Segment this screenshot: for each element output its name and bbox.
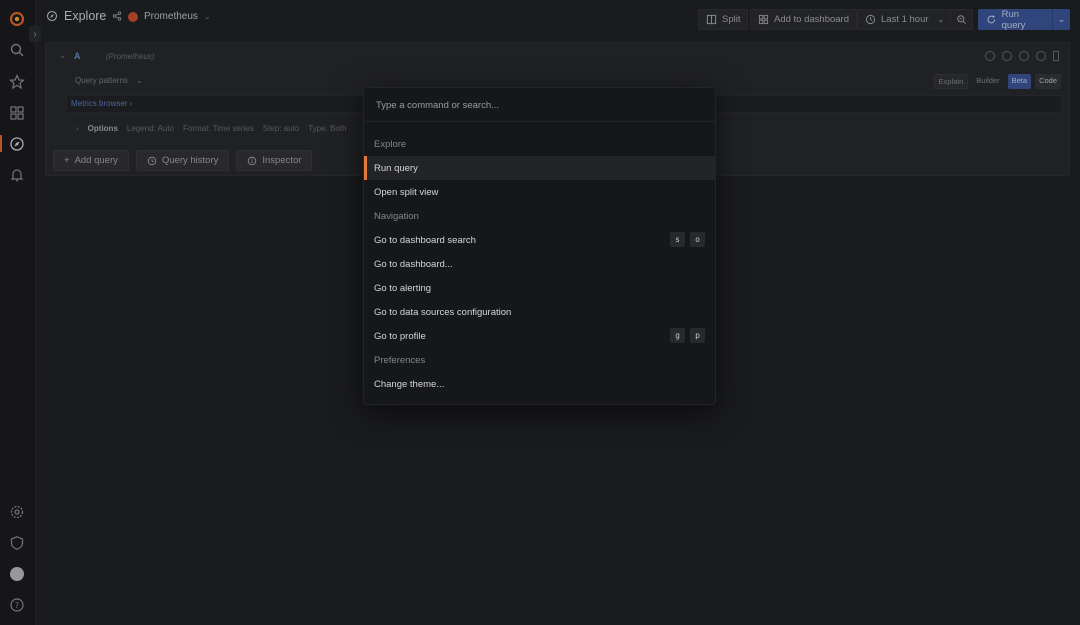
command-label: Go to dashboard... xyxy=(374,258,453,270)
command-go-to-dashboard[interactable]: Go to dashboard... xyxy=(364,252,715,276)
command-label: Go to profile xyxy=(374,330,426,342)
command-go-to-alerting[interactable]: Go to alerting xyxy=(364,276,715,300)
shortcut-key: p xyxy=(690,328,705,343)
command-open-split-view[interactable]: Open split view xyxy=(364,180,715,204)
shortcut-keys: s o xyxy=(670,232,705,247)
command-label: Change theme... xyxy=(374,378,445,390)
shortcut-key: g xyxy=(670,328,685,343)
section-label: Explore xyxy=(374,138,407,150)
section-header-preferences: Preferences xyxy=(364,348,715,372)
command-change-theme[interactable]: Change theme... xyxy=(364,372,715,396)
command-label: Go to dashboard search xyxy=(374,234,476,246)
shortcut-key: o xyxy=(690,232,705,247)
section-header-navigation: Navigation xyxy=(364,204,715,228)
command-label: Run query xyxy=(374,162,418,174)
command-go-to-dashboard-search[interactable]: Go to dashboard search s o xyxy=(364,228,715,252)
shortcut-key: s xyxy=(670,232,685,247)
command-palette: Explore Run query Open split view Naviga… xyxy=(363,87,716,405)
command-label: Open split view xyxy=(374,186,439,198)
command-label: Go to alerting xyxy=(374,282,432,294)
command-label: Go to data sources configuration xyxy=(374,306,512,318)
section-label: Navigation xyxy=(374,210,419,222)
command-search-bar xyxy=(364,88,715,122)
shortcut-keys: g p xyxy=(670,328,705,343)
command-run-query[interactable]: Run query xyxy=(364,156,715,180)
command-go-to-data-sources[interactable]: Go to data sources configuration xyxy=(364,300,715,324)
section-header-explore: Explore xyxy=(364,132,715,156)
section-label: Preferences xyxy=(374,354,426,366)
command-search-input[interactable] xyxy=(376,96,696,114)
command-go-to-profile[interactable]: Go to profile g p xyxy=(364,324,715,348)
